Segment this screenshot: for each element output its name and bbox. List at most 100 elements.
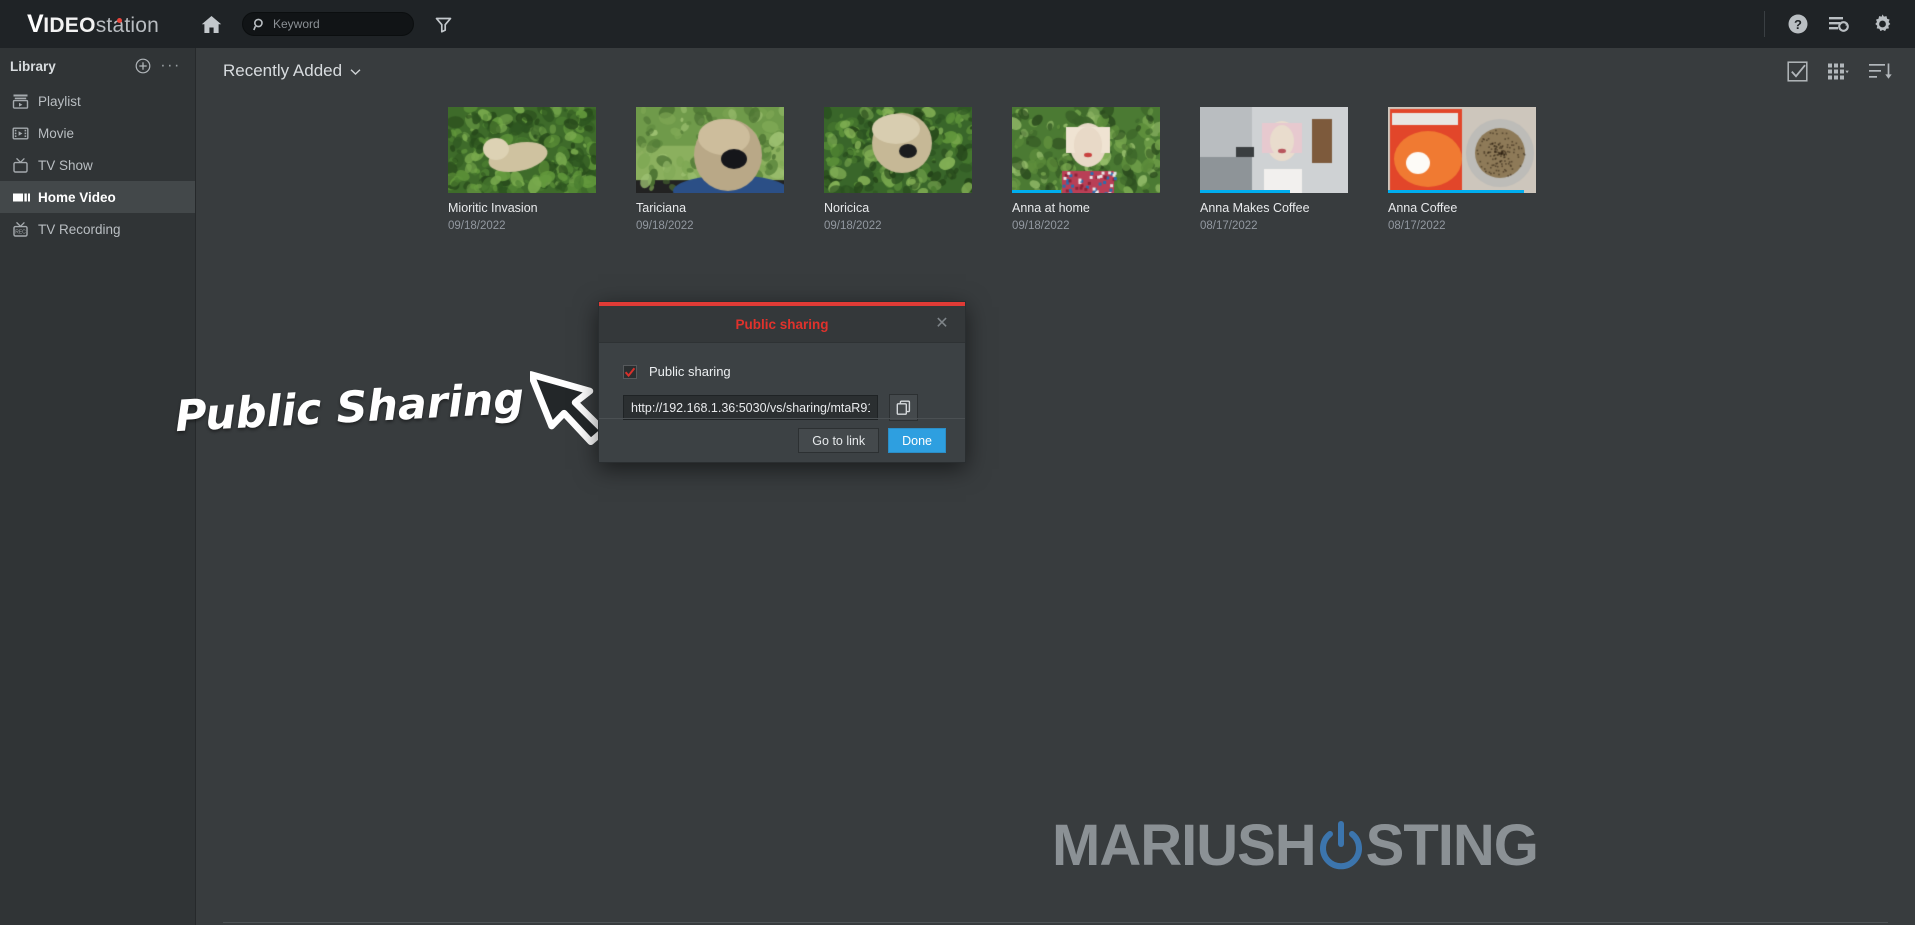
view-actions bbox=[1787, 61, 1893, 82]
sidebar-item-home-video[interactable]: Home Video bbox=[0, 181, 195, 213]
film-icon bbox=[12, 125, 38, 142]
thumbnail-image bbox=[824, 107, 972, 193]
grid-view-icon[interactable] bbox=[1828, 63, 1849, 80]
library-header: Library ··· bbox=[0, 53, 195, 79]
video-card[interactable]: Anna at home 09/18/2022 bbox=[1012, 107, 1160, 232]
sort-dropdown-label: Recently Added bbox=[223, 61, 342, 81]
video-card[interactable]: Tariciana 09/18/2022 bbox=[636, 107, 784, 232]
watermark-part2: STING bbox=[1366, 812, 1538, 879]
video-date: 09/18/2022 bbox=[448, 220, 596, 232]
help-icon[interactable]: ? bbox=[1785, 11, 1811, 37]
video-thumbnail[interactable] bbox=[824, 107, 972, 193]
video-date: 09/18/2022 bbox=[636, 220, 784, 232]
filter-icon[interactable] bbox=[432, 13, 454, 35]
share-url-row bbox=[623, 394, 941, 421]
top-header-bar: V IDEO station Keyword ? bbox=[0, 0, 1915, 48]
public-sharing-checkbox-row: Public sharing bbox=[623, 364, 941, 379]
video-thumbnail[interactable] bbox=[448, 107, 596, 193]
logo-station-text: station bbox=[96, 14, 159, 38]
checkbox-select-icon[interactable] bbox=[1787, 61, 1808, 82]
logo-red-dot-icon bbox=[117, 18, 122, 23]
library-nav: Playlist Movie TV Show Home Video REC TV… bbox=[0, 85, 195, 245]
svg-text:REC: REC bbox=[15, 229, 26, 235]
log-history-icon[interactable] bbox=[1827, 11, 1853, 37]
thumbnail-image bbox=[1388, 107, 1536, 193]
home-video-icon bbox=[12, 189, 38, 206]
sidebar-item-tv-show[interactable]: TV Show bbox=[0, 149, 195, 181]
videostation-window: V IDEO station Keyword ? Library ··· Pla… bbox=[0, 0, 1915, 925]
video-title: Anna Makes Coffee bbox=[1200, 201, 1348, 215]
logo-v-letter: V bbox=[27, 10, 43, 39]
video-thumbnail[interactable] bbox=[1012, 107, 1160, 193]
ellipsis-icon[interactable]: ··· bbox=[160, 62, 181, 70]
sidebar-item-label: Home Video bbox=[38, 190, 116, 205]
video-thumbnail[interactable] bbox=[636, 107, 784, 193]
search-placeholder-text: Keyword bbox=[273, 17, 320, 31]
header-divider bbox=[1764, 11, 1765, 37]
video-title: Anna Coffee bbox=[1388, 201, 1536, 215]
sidebar: Library ··· Playlist Movie TV Show Home … bbox=[0, 48, 196, 925]
search-input[interactable]: Keyword bbox=[242, 12, 414, 36]
dialog-body: Public sharing bbox=[599, 343, 965, 421]
app-logo[interactable]: V IDEO station bbox=[0, 10, 196, 39]
dialog-footer: Go to link Done bbox=[599, 418, 965, 462]
video-title: Noricica bbox=[824, 201, 972, 215]
copy-icon[interactable] bbox=[889, 394, 918, 421]
video-card[interactable]: Mioritic Invasion 09/18/2022 bbox=[448, 107, 596, 232]
power-icon bbox=[1317, 818, 1365, 874]
sidebar-item-label: TV Recording bbox=[38, 222, 121, 237]
sidebar-item-label: Movie bbox=[38, 126, 74, 141]
thumbnail-image bbox=[1012, 107, 1160, 193]
share-url-input[interactable] bbox=[623, 395, 878, 420]
bottom-divider-top bbox=[223, 922, 1888, 923]
thumbnail-image bbox=[636, 107, 784, 193]
video-date: 08/17/2022 bbox=[1200, 220, 1348, 232]
content-toolbar: Recently Added bbox=[196, 48, 1915, 94]
main-content: Recently Added Mioritic Invasion 09/18/2… bbox=[196, 48, 1915, 925]
go-to-link-button[interactable]: Go to link bbox=[798, 428, 879, 453]
sidebar-item-playlist[interactable]: Playlist bbox=[0, 85, 195, 117]
close-icon[interactable]: ✕ bbox=[933, 315, 951, 333]
video-date: 09/18/2022 bbox=[824, 220, 972, 232]
public-sharing-checkbox-label: Public sharing bbox=[649, 364, 731, 379]
dialog-title: Public sharing bbox=[735, 317, 828, 332]
video-grid: Mioritic Invasion 09/18/2022 Tariciana 09/1… bbox=[196, 94, 1915, 232]
sidebar-item-tv-recording[interactable]: REC TV Recording bbox=[0, 213, 195, 245]
tv-icon bbox=[12, 157, 38, 174]
public-sharing-checkbox[interactable] bbox=[623, 365, 637, 379]
svg-text:?: ? bbox=[1794, 17, 1802, 32]
video-thumbnail[interactable] bbox=[1200, 107, 1348, 193]
dialog-titlebar: Public sharing ✕ bbox=[599, 306, 965, 343]
video-card[interactable]: Anna Coffee 08/17/2022 bbox=[1388, 107, 1536, 232]
video-date: 08/17/2022 bbox=[1388, 220, 1536, 232]
sidebar-item-label: TV Show bbox=[38, 158, 93, 173]
video-card[interactable]: Noricica 09/18/2022 bbox=[824, 107, 972, 232]
thumbnail-image bbox=[448, 107, 596, 193]
video-title: Mioritic Invasion bbox=[448, 201, 596, 215]
video-title: Anna at home bbox=[1012, 201, 1160, 215]
watch-progress-bar bbox=[1012, 190, 1061, 193]
watch-progress-bar bbox=[1200, 190, 1290, 193]
video-card[interactable]: Anna Makes Coffee 08/17/2022 bbox=[1200, 107, 1348, 232]
playlist-icon bbox=[12, 93, 38, 110]
watch-progress-bar bbox=[1388, 190, 1524, 193]
header-actions: ? bbox=[1764, 11, 1915, 37]
watermark-logo: MARIUSH STING bbox=[1052, 812, 1538, 879]
public-sharing-dialog: Public sharing ✕ Public sharing Go to li… bbox=[598, 301, 966, 463]
home-icon[interactable] bbox=[196, 9, 226, 39]
sidebar-item-movie[interactable]: Movie bbox=[0, 117, 195, 149]
done-button[interactable]: Done bbox=[888, 428, 946, 453]
gear-icon[interactable] bbox=[1869, 11, 1895, 37]
sort-descending-icon[interactable] bbox=[1869, 62, 1893, 81]
plus-circle-icon[interactable] bbox=[134, 58, 151, 75]
logo-ideo-text: IDEO bbox=[43, 14, 96, 38]
thumbnail-image bbox=[1200, 107, 1348, 193]
sort-dropdown[interactable]: Recently Added bbox=[223, 61, 361, 81]
video-title: Tariciana bbox=[636, 201, 784, 215]
chevron-down-icon bbox=[350, 61, 361, 81]
video-thumbnail[interactable] bbox=[1388, 107, 1536, 193]
search-icon bbox=[253, 18, 266, 31]
watermark-part1: MARIUSH bbox=[1052, 812, 1316, 879]
tv-rec-icon: REC bbox=[12, 221, 38, 238]
sidebar-item-label: Playlist bbox=[38, 94, 81, 109]
